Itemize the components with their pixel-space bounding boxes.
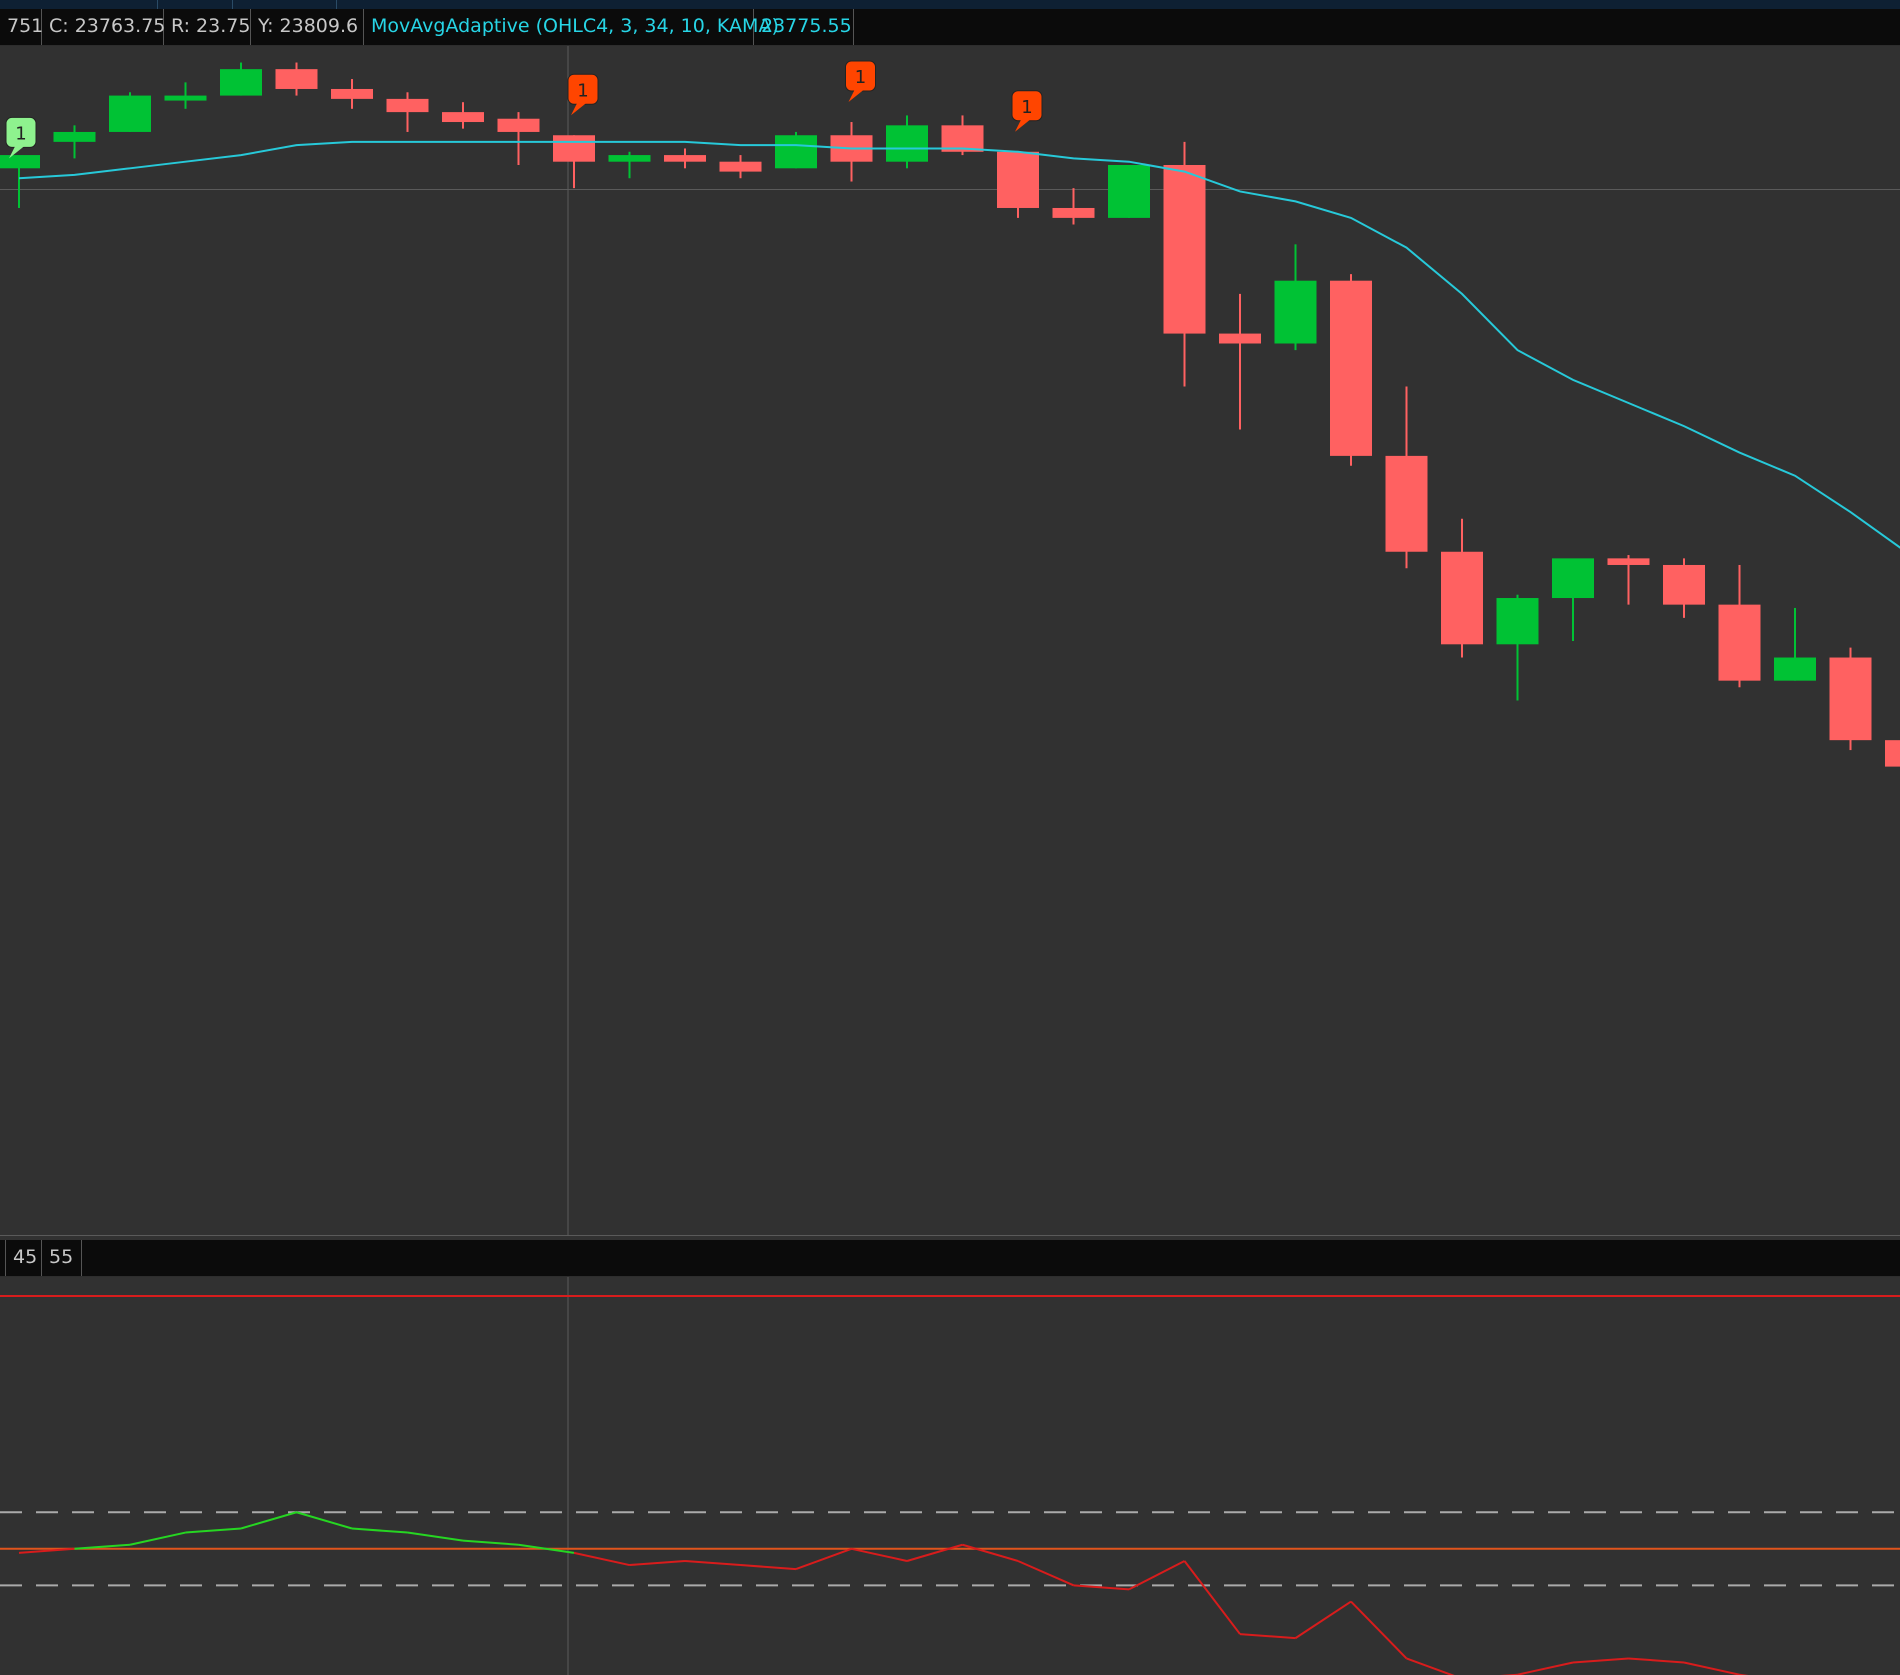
candle-body xyxy=(1885,740,1900,767)
oscillator-segment xyxy=(684,1559,741,1567)
oscillator-chart[interactable] xyxy=(0,1277,1900,1675)
info-cell-value: 751 xyxy=(0,9,43,45)
signal-label: 1 xyxy=(855,67,866,88)
oscillator-segment xyxy=(1628,1657,1685,1664)
info-cell-close: C: 23763.75 xyxy=(42,9,165,45)
oscillator-segment xyxy=(1183,1560,1241,1635)
kama-moving-average-line xyxy=(18,140,1900,549)
sell-signal-bubble: 1 xyxy=(845,60,876,103)
candle-body xyxy=(719,161,762,172)
oscillator-segment xyxy=(462,1539,519,1546)
oscillator-segment xyxy=(795,1547,852,1571)
toolbar-separator xyxy=(157,0,158,9)
indicator-label[interactable]: MovAvgAdaptive (OHLC4, 3, 34, 10, KAMA) xyxy=(364,9,779,45)
candle-body xyxy=(1718,604,1761,681)
signal-label: 1 xyxy=(1021,97,1032,118)
oscillator-segment xyxy=(1294,1600,1352,1639)
candle-body xyxy=(1385,455,1428,552)
oscillator-segment xyxy=(240,1511,297,1530)
candle-body xyxy=(1108,165,1150,218)
info-cell-range: R: 23.75 xyxy=(164,9,251,45)
candle-body xyxy=(220,69,262,96)
candle-body xyxy=(886,125,928,162)
oscillator-segment xyxy=(962,1543,1019,1562)
candle-body xyxy=(1552,558,1594,599)
candle-body xyxy=(1663,564,1705,605)
oscillator-segment xyxy=(1239,1633,1296,1640)
candle-body xyxy=(1496,598,1539,645)
candle-body xyxy=(1607,558,1650,565)
osc-level-high: 55 xyxy=(42,1240,82,1276)
candle-body xyxy=(1829,657,1872,741)
candle-body xyxy=(1163,165,1206,334)
oscillator-segment xyxy=(906,1543,963,1562)
indicator-value: 23775.55 xyxy=(754,9,854,45)
buy-signal-bubble: 1 xyxy=(5,116,37,159)
oscillator-segment xyxy=(1572,1657,1629,1664)
candle-body xyxy=(553,135,595,162)
candle-body xyxy=(386,98,429,113)
candle-body xyxy=(275,69,318,89)
signal-bubble-pointer xyxy=(571,103,586,116)
price-chart[interactable]: 1 1 1 1 xyxy=(0,46,1900,1236)
oscillator-segment xyxy=(351,1527,408,1534)
oscillator-segment xyxy=(1406,1657,1455,1675)
candle-body xyxy=(1052,207,1095,218)
candle-body xyxy=(497,118,540,132)
signal-label: 1 xyxy=(15,123,26,144)
oscillator-segment xyxy=(573,1551,630,1567)
candle-body xyxy=(164,95,207,101)
candle-body xyxy=(608,155,651,162)
candle-body xyxy=(997,151,1039,208)
candle-body xyxy=(775,135,817,169)
candle-body xyxy=(53,131,96,142)
candle-body xyxy=(331,88,373,99)
oscillator-segment xyxy=(740,1564,797,1571)
candle-body xyxy=(1219,333,1261,344)
candle-body xyxy=(664,155,706,162)
top-toolbar-strip xyxy=(0,0,1900,9)
candle-body xyxy=(442,112,484,123)
candle-body xyxy=(1774,657,1816,681)
oscillator-segment xyxy=(1017,1560,1074,1587)
oscillator-segment xyxy=(296,1511,353,1530)
candle-body xyxy=(1274,280,1317,344)
signal-label: 1 xyxy=(577,80,588,101)
oscillator-segment xyxy=(851,1547,908,1562)
candle-body xyxy=(1330,280,1372,456)
toolbar-separator xyxy=(232,0,233,9)
osc-level-low: 45 xyxy=(6,1240,42,1276)
oscillator-segment xyxy=(1683,1661,1740,1675)
oscillator-header: 45 55 xyxy=(0,1240,1900,1277)
signal-bubble-pointer xyxy=(848,90,864,103)
price-info-bar: 751 C: 23763.75 R: 23.75 Y: 23809.6 MovA… xyxy=(0,9,1900,46)
oscillator-segment xyxy=(407,1531,464,1542)
oscillator-segment xyxy=(1350,1600,1408,1660)
oscillator-segment xyxy=(629,1559,686,1567)
sell-signal-bubble: 1 xyxy=(567,73,599,116)
toolbar-separator xyxy=(336,0,337,9)
signal-bubble-pointer xyxy=(1015,119,1030,132)
info-cell-y: Y: 23809.6 xyxy=(251,9,364,45)
oscillator-segment xyxy=(185,1527,242,1534)
candle-body xyxy=(1441,551,1483,645)
sell-signal-bubble: 1 xyxy=(1011,90,1043,132)
oscillator-segment xyxy=(1517,1661,1574,1675)
candle-body xyxy=(109,95,151,132)
candle-body xyxy=(0,155,40,169)
oscillator-segment xyxy=(129,1531,186,1546)
